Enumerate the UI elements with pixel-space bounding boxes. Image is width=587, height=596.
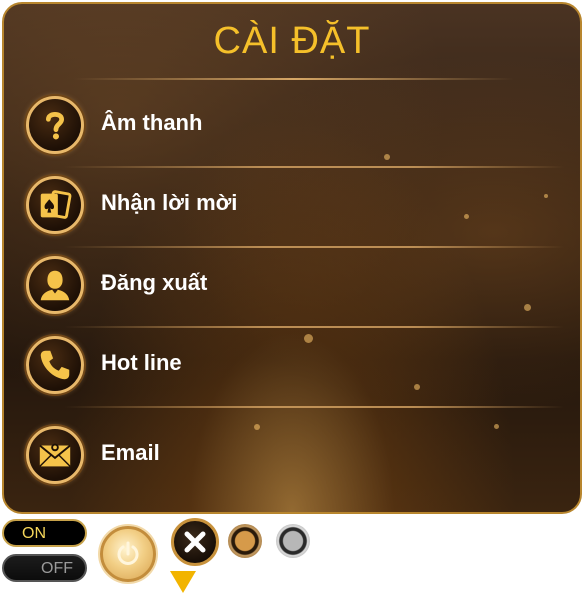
divider — [64, 406, 564, 408]
menu-item-invitations[interactable]: Nhận lời mời — [26, 176, 566, 238]
menu-item-label: Hot line — [101, 350, 182, 375]
toggle-off-button[interactable]: OFF — [2, 554, 87, 582]
radio-button-gray[interactable] — [276, 524, 310, 558]
menu-item-label: Đăng xuất — [101, 270, 208, 295]
power-button[interactable] — [100, 526, 156, 582]
menu-item-label: Email — [101, 440, 160, 465]
menu-item-hotline[interactable]: Hot line — [26, 336, 566, 398]
menu-item-email[interactable]: Email — [26, 426, 566, 488]
question-icon — [26, 96, 84, 154]
menu-item-label: Nhận lời mời — [101, 190, 238, 215]
dropdown-arrow-icon — [170, 571, 196, 593]
toggle-on-label: ON — [22, 525, 46, 542]
user-icon — [26, 256, 84, 314]
settings-dialog: CÀI ĐẶT Âm thanh Nhận lời mời Đăng xuất … — [2, 2, 582, 514]
dialog-title: CÀI ĐẶT — [213, 20, 371, 62]
power-icon — [117, 541, 139, 565]
toggle-off-label: OFF — [41, 560, 73, 577]
menu-item-sound[interactable]: Âm thanh — [26, 96, 566, 158]
menu-item-logout[interactable]: Đăng xuất — [26, 256, 566, 318]
close-icon — [184, 531, 206, 553]
radio-button-gold[interactable] — [228, 524, 262, 558]
phone-icon — [26, 336, 84, 394]
divider — [64, 246, 564, 248]
envelope-icon — [26, 426, 84, 484]
divider — [64, 326, 564, 328]
divider — [64, 166, 564, 168]
title-divider — [74, 78, 514, 80]
cards-icon — [26, 176, 84, 234]
close-button[interactable] — [171, 518, 219, 566]
toggle-on-button[interactable]: ON — [2, 519, 87, 547]
menu-item-label: Âm thanh — [101, 110, 203, 135]
